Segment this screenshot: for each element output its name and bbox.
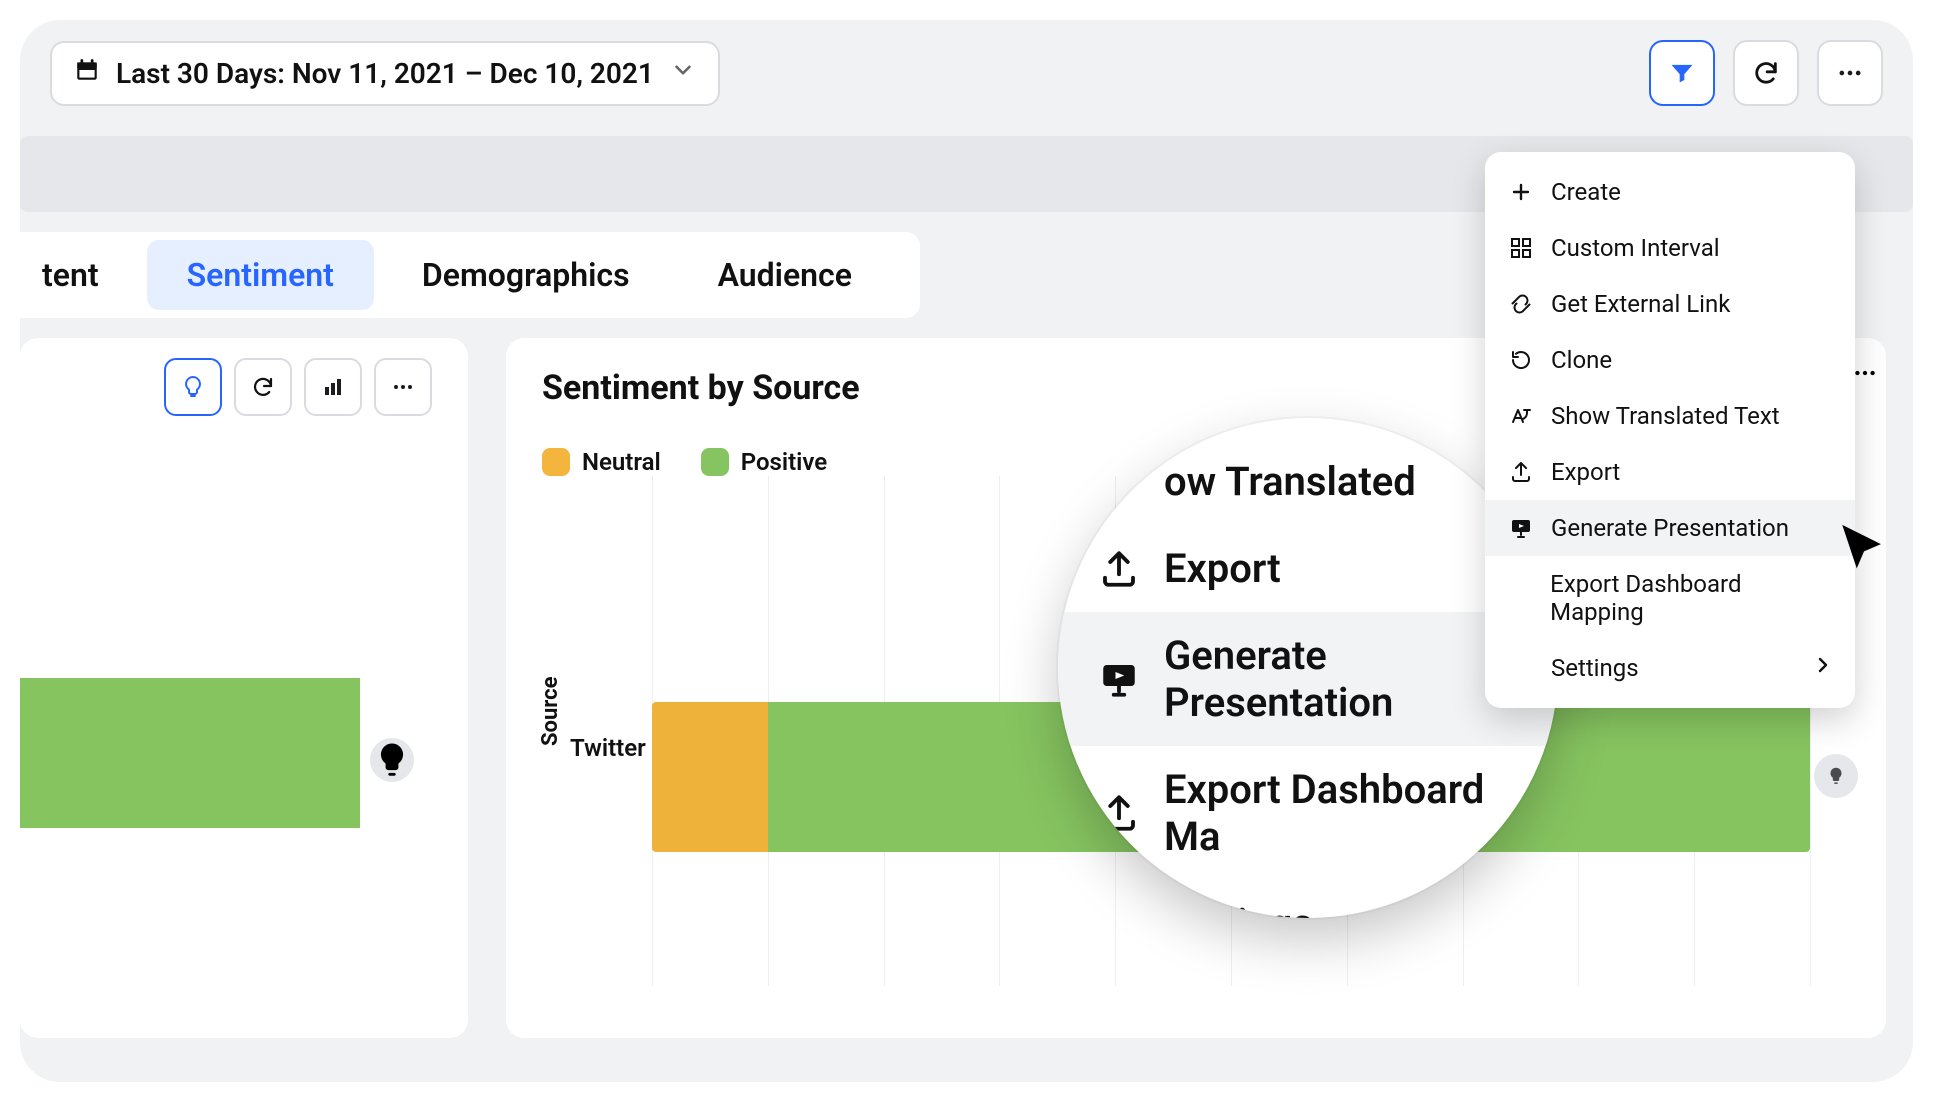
card-left: [20, 338, 468, 1038]
menu-item-generate-presentation[interactable]: Generate Presentation: [1485, 500, 1855, 556]
more-menu: Create Custom Interval Get External Link…: [1485, 152, 1855, 708]
refresh-card-button[interactable]: [234, 358, 292, 416]
magnifier-overlay: ow Translated Export Generate Presentati…: [1058, 418, 1558, 918]
mag-label: Generate Presentation: [1164, 632, 1518, 726]
mag-label: Export: [1164, 545, 1281, 592]
menu-label: Create: [1551, 178, 1621, 206]
date-range-picker[interactable]: Last 30 Days: Nov 11, 2021 – Dec 10, 202…: [50, 41, 720, 106]
tabs-bar: tent Sentiment Demographics Audience: [20, 232, 920, 318]
menu-item-export-mapping[interactable]: Export Dashboard Mapping: [1485, 556, 1855, 640]
tab-audience[interactable]: Audience: [678, 240, 892, 310]
menu-label: Export: [1551, 458, 1620, 486]
chevron-right-icon: [1811, 653, 1835, 683]
tab-sentiment[interactable]: Sentiment: [147, 240, 374, 310]
card-left-toolbar: [56, 358, 432, 416]
legend-neutral-label: Neutral: [582, 448, 661, 476]
card-more-button[interactable]: [374, 358, 432, 416]
date-range-label: Last 30 Days: Nov 11, 2021 – Dec 10, 202…: [116, 57, 654, 90]
app-window: Last 30 Days: Nov 11, 2021 – Dec 10, 202…: [20, 20, 1913, 1082]
legend-neutral[interactable]: Neutral: [542, 448, 661, 476]
legend-positive-label: Positive: [741, 448, 827, 476]
mag-label: Settings: [1164, 900, 1313, 918]
tab-content-partial[interactable]: tent: [32, 240, 139, 310]
mag-item-translated: ow Translated: [1058, 418, 1558, 525]
insights-button[interactable]: [164, 358, 222, 416]
menu-label: Custom Interval: [1551, 234, 1720, 262]
mag-item-export: Export: [1058, 525, 1558, 612]
menu-label: Clone: [1551, 346, 1612, 374]
menu-label: Export Dashboard Mapping: [1550, 570, 1831, 626]
bar-segment-neutral[interactable]: [652, 702, 768, 852]
top-toolbar: Last 30 Days: Nov 11, 2021 – Dec 10, 202…: [20, 20, 1913, 126]
insight-pin[interactable]: [370, 738, 414, 782]
menu-item-settings[interactable]: Settings: [1485, 640, 1855, 696]
calendar-icon: [74, 57, 100, 90]
refresh-button[interactable]: [1733, 40, 1799, 106]
menu-label: Show Translated Text: [1551, 402, 1780, 430]
menu-label: Generate Presentation: [1551, 514, 1789, 542]
left-bar-positive: [20, 678, 360, 828]
y-axis-label: Source: [538, 677, 563, 746]
menu-item-show-translated[interactable]: Show Translated Text: [1485, 388, 1855, 444]
menu-item-export[interactable]: Export: [1485, 444, 1855, 500]
cursor-icon: [1835, 520, 1893, 582]
legend-positive[interactable]: Positive: [701, 448, 827, 476]
mag-item-export-mapping: Export Dashboard Ma: [1058, 746, 1558, 880]
card-right-more[interactable]: [1852, 360, 1878, 390]
insight-pin[interactable]: [1814, 754, 1858, 798]
category-label-twitter: Twitter: [570, 734, 646, 762]
menu-item-custom-interval[interactable]: Custom Interval: [1485, 220, 1855, 276]
mag-item-settings: Settings: [1058, 880, 1558, 918]
mag-label: ow Translated: [1164, 458, 1416, 505]
menu-label: Settings: [1551, 654, 1639, 682]
menu-item-create[interactable]: Create: [1485, 164, 1855, 220]
menu-item-clone[interactable]: Clone: [1485, 332, 1855, 388]
menu-item-get-link[interactable]: Get External Link: [1485, 276, 1855, 332]
filter-button[interactable]: [1649, 40, 1715, 106]
mag-label: Export Dashboard Ma: [1164, 766, 1518, 860]
tab-demographics[interactable]: Demographics: [382, 240, 670, 310]
swatch-positive: [701, 448, 729, 476]
swatch-neutral: [542, 448, 570, 476]
chart-type-button[interactable]: [304, 358, 362, 416]
chevron-down-icon: [670, 57, 696, 90]
more-button[interactable]: [1817, 40, 1883, 106]
menu-label: Get External Link: [1551, 290, 1730, 318]
mag-item-generate-presentation: Generate Presentation: [1058, 612, 1558, 746]
